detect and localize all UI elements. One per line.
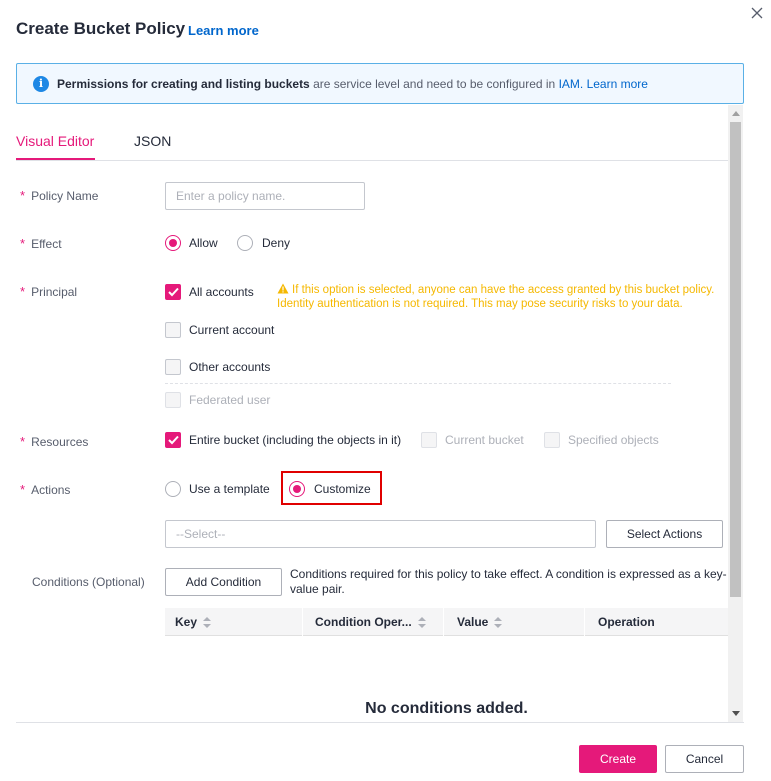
resources-label: * Resources	[20, 434, 89, 449]
column-separator	[443, 608, 444, 636]
use-template-label: Use a template	[189, 482, 270, 496]
policy-name-label: * Policy Name	[20, 188, 99, 203]
info-icon: i	[33, 76, 49, 92]
effect-deny-radio[interactable]	[237, 235, 253, 251]
info-middle: are service level and need to be configu…	[309, 77, 559, 91]
all-accounts-checkbox[interactable]	[165, 284, 181, 300]
sort-icon[interactable]	[417, 616, 426, 629]
column-separator	[302, 608, 303, 636]
current-account-checkbox[interactable]	[165, 322, 181, 338]
current-account-label: Current account	[189, 323, 275, 337]
check-icon	[168, 435, 179, 445]
column-operation: Operation	[598, 615, 655, 629]
policy-name-input[interactable]: Enter a policy name.	[165, 182, 365, 210]
add-condition-button[interactable]: Add Condition	[165, 568, 282, 596]
warning-icon	[277, 283, 289, 294]
all-accounts-label: All accounts	[189, 285, 254, 299]
active-tab-indicator	[16, 158, 95, 160]
effect-label: * Effect	[20, 236, 62, 251]
column-separator	[584, 608, 585, 636]
conditions-label: Conditions (Optional)	[32, 575, 145, 589]
footer-divider	[16, 722, 744, 723]
scroll-up-arrow-icon[interactable]	[732, 111, 740, 116]
federated-user-label: Federated user	[189, 393, 271, 407]
specified-objects-checkbox[interactable]	[544, 432, 560, 448]
editor-tabs: Visual Editor JSON	[16, 124, 728, 161]
entire-bucket-label: Entire bucket (including the objects in …	[189, 433, 402, 447]
conditions-table-header: Key Condition Oper... Value Operation	[165, 608, 728, 636]
principal-label: * Principal	[20, 284, 78, 299]
no-conditions-message: No conditions added.	[365, 700, 528, 717]
effect-allow-label: Allow	[189, 236, 218, 250]
scroll-thumb[interactable]	[730, 122, 741, 597]
principal-divider	[165, 383, 671, 384]
info-bold: Permissions for creating and listing buc…	[57, 77, 310, 91]
conditions-description: Conditions required for this policy to t…	[290, 567, 727, 596]
principal-warning: If this option is selected, anyone can h…	[277, 283, 715, 310]
scroll-down-arrow-icon[interactable]	[732, 711, 740, 716]
learn-more-link[interactable]: Learn more	[188, 23, 259, 38]
column-condition-operator[interactable]: Condition Oper...	[305, 608, 426, 636]
effect-deny-label: Deny	[262, 236, 291, 250]
federated-user-checkbox[interactable]	[165, 392, 181, 408]
column-key[interactable]: Key	[165, 608, 212, 636]
info-text: Permissions for creating and listing buc…	[57, 77, 648, 91]
current-bucket-checkbox[interactable]	[421, 432, 437, 448]
customize-label: Customize	[314, 482, 371, 496]
iam-link[interactable]: IAM.	[559, 77, 584, 91]
specified-objects-label: Specified objects	[568, 433, 659, 447]
close-icon[interactable]	[747, 3, 767, 23]
tab-json[interactable]: JSON	[134, 133, 171, 149]
actions-select[interactable]: --Select--	[165, 520, 596, 548]
other-accounts-checkbox[interactable]	[165, 359, 181, 375]
other-accounts-label: Other accounts	[189, 360, 271, 374]
current-bucket-label: Current bucket	[445, 433, 524, 447]
cancel-button[interactable]: Cancel	[665, 745, 744, 773]
sort-icon[interactable]	[203, 616, 212, 629]
info-learn-more-link[interactable]: Learn more	[587, 77, 648, 91]
use-template-radio[interactable]	[165, 481, 181, 497]
tab-visual-editor[interactable]: Visual Editor	[16, 133, 94, 149]
info-banner: i Permissions for creating and listing b…	[16, 63, 744, 104]
entire-bucket-checkbox[interactable]	[165, 432, 181, 448]
create-bucket-policy-dialog: Create Bucket Policy Learn more i Permis…	[0, 0, 771, 781]
select-actions-button[interactable]: Select Actions	[606, 520, 723, 548]
effect-allow-radio[interactable]	[165, 235, 181, 251]
scrollbar[interactable]	[728, 105, 743, 722]
customize-radio[interactable]	[289, 481, 305, 497]
column-value[interactable]: Value	[447, 608, 503, 636]
sort-icon[interactable]	[494, 616, 503, 629]
dialog-title: Create Bucket Policy	[16, 19, 186, 38]
create-button[interactable]: Create	[579, 745, 657, 773]
actions-label: * Actions	[20, 482, 71, 497]
check-icon	[168, 287, 179, 297]
